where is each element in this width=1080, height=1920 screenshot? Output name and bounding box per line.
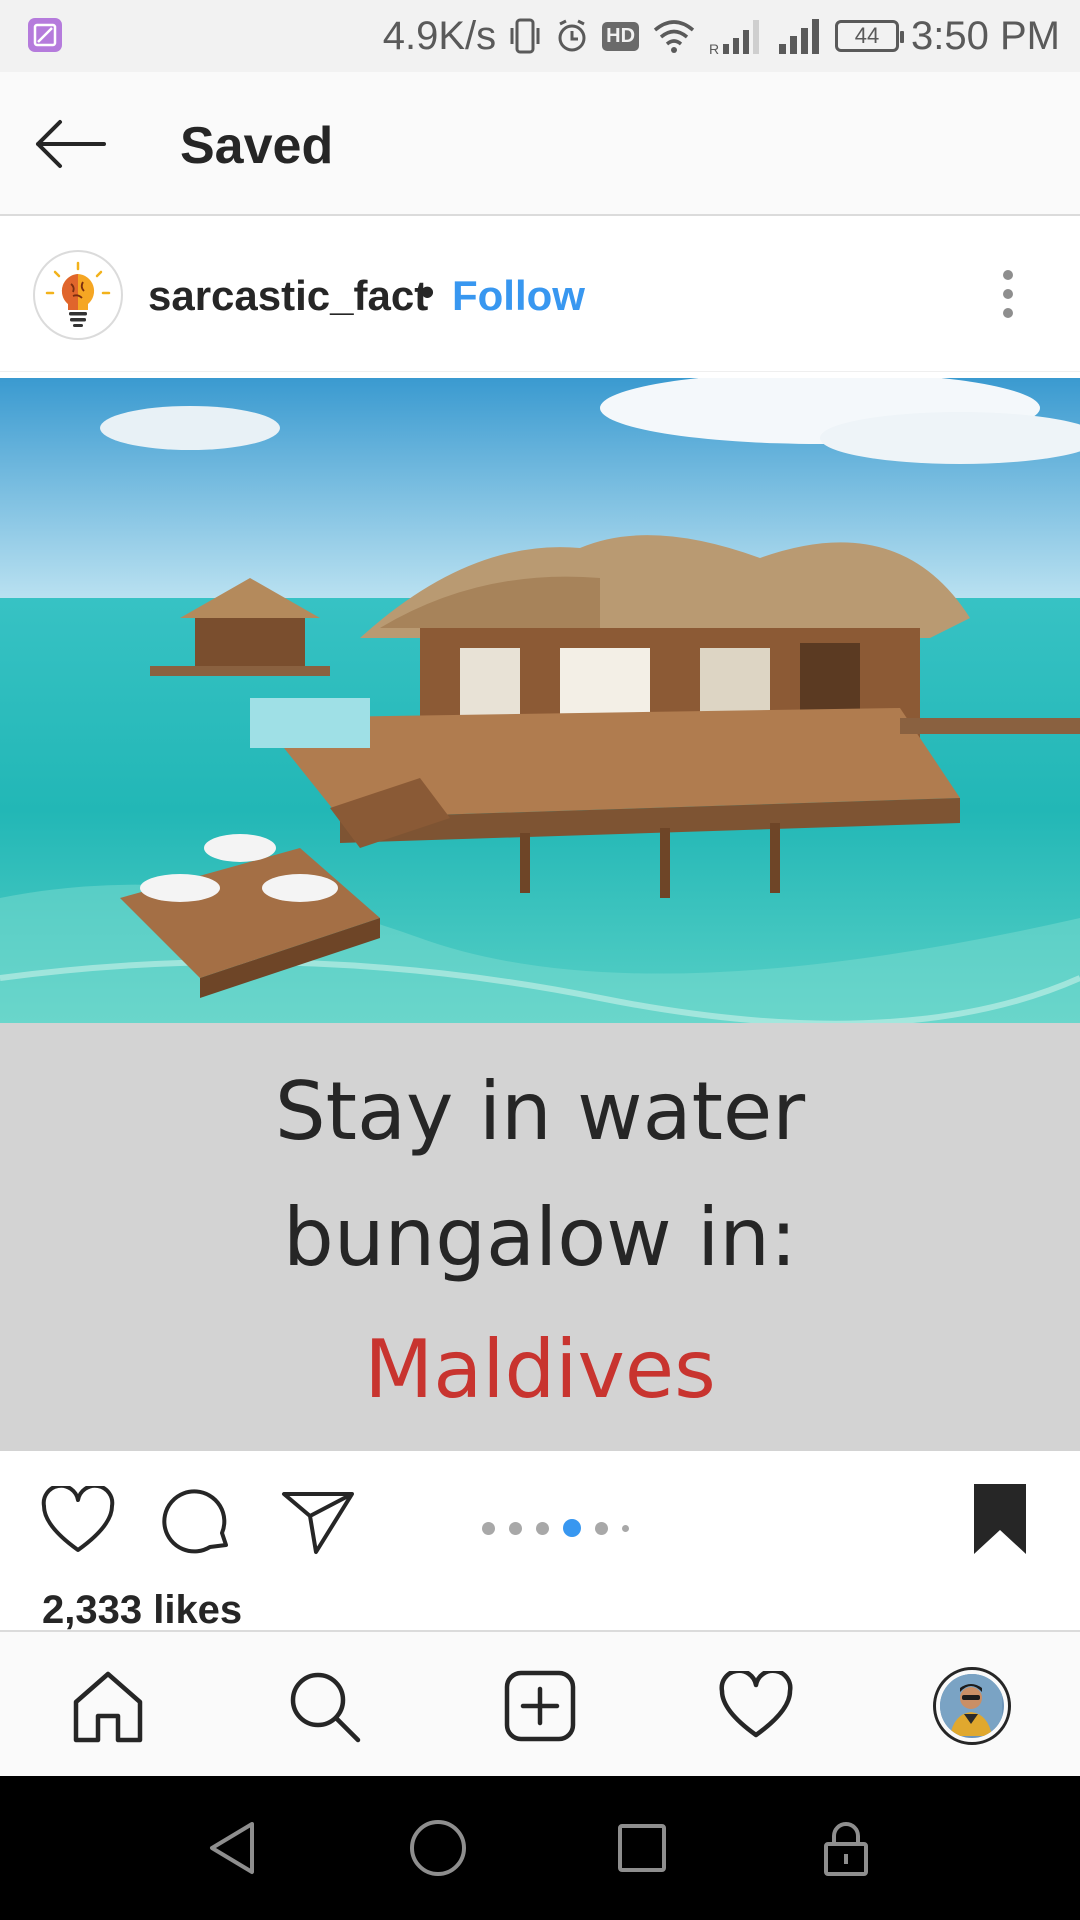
activity-heart-icon <box>719 1671 793 1738</box>
status-time: 3:50 PM <box>911 13 1060 58</box>
hd-icon: HD <box>602 21 640 51</box>
back-button[interactable] <box>30 108 110 180</box>
profile-picture <box>940 1674 1004 1738</box>
svg-text:R: R <box>709 41 719 56</box>
system-recents-button[interactable] <box>606 1812 678 1884</box>
signal-icon <box>777 16 823 56</box>
search-icon <box>290 1672 361 1743</box>
carousel-dot <box>536 1521 549 1535</box>
share-button[interactable] <box>278 1481 358 1561</box>
caption-line-3: Maldives <box>364 1323 716 1416</box>
top-bar: Saved <box>0 72 1080 216</box>
arrow-left-icon <box>36 120 106 168</box>
dot <box>1003 289 1013 299</box>
nav-search[interactable] <box>280 1662 368 1750</box>
post-header: sarcastic_fact • Follow <box>0 216 1080 372</box>
alarm-icon <box>554 18 590 54</box>
carousel-dot <box>482 1521 495 1535</box>
add-icon <box>504 1670 576 1742</box>
recents-square-icon <box>618 1824 666 1872</box>
nav-activity[interactable] <box>712 1662 800 1750</box>
image-caption-panel: Stay in water bungalow in: Maldives <box>0 1023 1080 1451</box>
home-icon <box>73 1671 143 1743</box>
lightbulb-brain-icon <box>45 261 111 327</box>
comment-icon <box>162 1489 228 1554</box>
username[interactable]: sarcastic_fact <box>148 272 428 320</box>
image-notification-icon <box>28 18 62 52</box>
carousel-dot-active <box>563 1519 581 1537</box>
profile-avatar <box>933 1667 1011 1745</box>
status-bar: 4.9K/s HD R 44 3:50 PM <box>0 0 1080 72</box>
separator-dot: • <box>420 268 435 315</box>
more-options-button[interactable] <box>990 266 1026 322</box>
system-lock-button[interactable] <box>810 1812 882 1884</box>
carousel-dot <box>595 1521 608 1535</box>
lock-icon <box>824 1822 868 1876</box>
post-action-bar <box>0 1451 1080 1581</box>
system-back-button[interactable] <box>198 1812 270 1884</box>
dot <box>1003 270 1013 280</box>
carousel-dot <box>622 1524 629 1532</box>
carousel-dot <box>509 1521 522 1535</box>
wifi-icon <box>651 18 697 54</box>
battery-icon: 44 <box>835 20 905 52</box>
nav-home[interactable] <box>64 1662 152 1750</box>
heart-icon <box>41 1486 115 1552</box>
post-image[interactable]: Stay in water bungalow in: Maldives <box>0 378 1080 1451</box>
back-triangle-icon <box>210 1822 254 1874</box>
bottom-nav <box>0 1630 1080 1776</box>
send-icon <box>282 1492 354 1554</box>
nav-profile[interactable] <box>928 1662 1016 1750</box>
caption-line-2: bungalow in: <box>283 1191 797 1284</box>
dot <box>1003 308 1013 318</box>
signal-r-icon: R <box>709 16 765 56</box>
nav-add[interactable] <box>496 1662 584 1750</box>
carousel-indicator <box>482 1519 629 1537</box>
avatar[interactable] <box>33 250 123 340</box>
bungalow-photo <box>0 378 1080 1023</box>
home-circle-icon <box>410 1820 466 1876</box>
save-button[interactable] <box>960 1479 1040 1559</box>
network-speed: 4.9K/s <box>382 13 497 58</box>
system-home-button[interactable] <box>402 1812 474 1884</box>
page-title: Saved <box>180 117 334 175</box>
caption-line-1: Stay in water <box>274 1065 806 1158</box>
vibrate-icon <box>508 16 542 56</box>
likes-count[interactable]: 2,333 likes <box>42 1588 242 1633</box>
system-nav-bar <box>0 1776 1080 1920</box>
bookmark-filled-icon <box>974 1484 1026 1554</box>
comment-button[interactable] <box>158 1481 238 1561</box>
follow-button[interactable]: Follow <box>452 272 585 320</box>
like-button[interactable] <box>38 1481 118 1561</box>
